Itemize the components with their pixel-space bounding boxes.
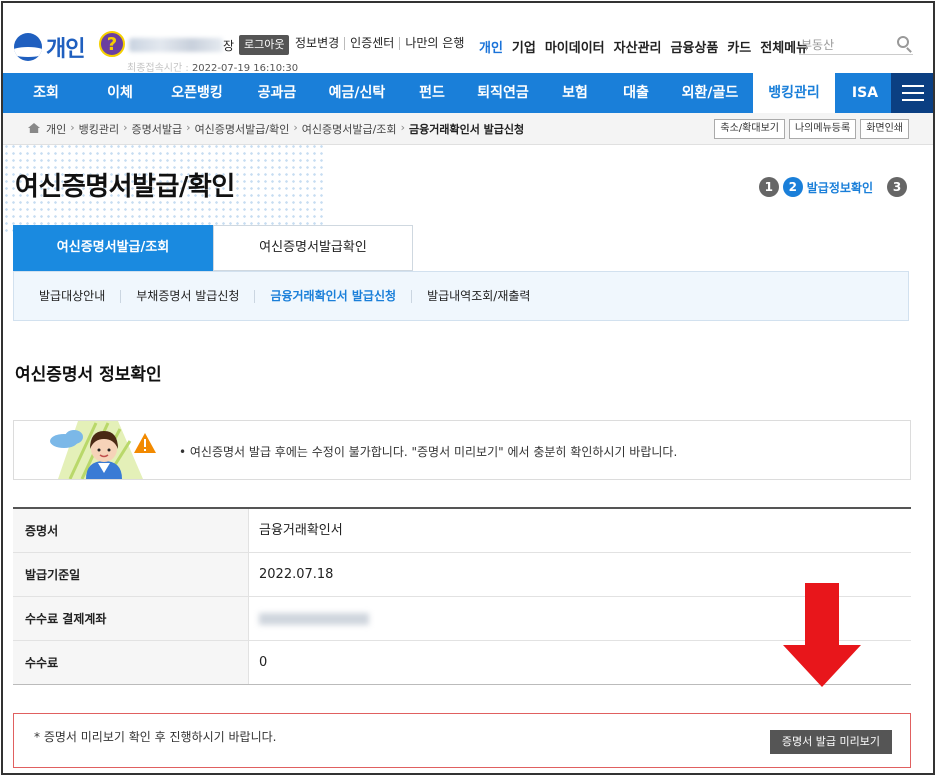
nav-item[interactable]: 뱅킹관리 xyxy=(753,73,835,113)
step-indicator: 1 2 발급정보확인 3 xyxy=(758,177,907,197)
nav-item[interactable]: ISA xyxy=(835,73,895,113)
step-2-label: 발급정보확인 xyxy=(806,180,873,195)
user-name-masked xyxy=(129,38,223,52)
util-link[interactable]: 정보변경 xyxy=(295,37,344,50)
app-window: 개인 ? 장 로그아웃 정보변경 인증센터 나만의 은행 최종접속시간 : 2022… xyxy=(1,1,935,775)
util-link[interactable]: 인증센터 xyxy=(344,37,399,50)
notice-box: • 여신증명서 발급 후에는 수정이 불가합니다. "증명서 미리보기" 에서 … xyxy=(13,420,911,480)
nav-item[interactable]: 오픈뱅킹 xyxy=(151,73,243,113)
nav-item[interactable]: 보험 xyxy=(545,73,605,113)
breadcrumb-separator-icon: › xyxy=(293,121,298,134)
nav-item[interactable]: 이체 xyxy=(89,73,151,113)
nav-item[interactable]: 공과금 xyxy=(243,73,311,113)
row-label: 수수료 결제계좌 xyxy=(13,597,249,640)
sub-tab[interactable]: 부채증명서 발급신청 xyxy=(120,289,254,303)
certificate-info-table: 증명서 금융거래확인서발급기준일 2022.07.18 수수료 결제계좌 수수료 0 xyxy=(13,507,911,685)
tool-button[interactable]: 화면인쇄 xyxy=(860,119,909,139)
row-value xyxy=(249,597,369,640)
nav-item[interactable]: 예금/신탁 xyxy=(311,73,403,113)
tool-button[interactable]: 나의메뉴등록 xyxy=(788,119,857,139)
breadcrumb-item[interactable]: 여신증명서발급/확인 xyxy=(195,121,290,137)
business-link[interactable]: 마이데이터 xyxy=(545,37,605,56)
util-links: 정보변경 인증센터 나만의 은행 xyxy=(295,37,469,50)
bank-logo[interactable]: 개인 xyxy=(14,31,85,63)
business-links: 개인 기업 마이데이터 자산관리 금융상품 카드 전체메뉴 xyxy=(479,37,817,56)
sub-tab[interactable]: 금융거래확인서 발급신청 xyxy=(254,289,411,303)
table-row: 수수료 0 xyxy=(13,641,911,685)
business-link[interactable]: 자산관리 xyxy=(614,37,662,56)
nav-item[interactable]: 펀드 xyxy=(403,73,461,113)
user-suffix: 장 xyxy=(223,39,235,53)
home-icon[interactable] xyxy=(28,123,40,133)
search-placeholder: 부동산 xyxy=(801,38,835,52)
preview-note: * 증명서 미리보기 확인 후 진행하시기 바랍니다. xyxy=(34,730,277,744)
tab[interactable]: 여신증명서발급확인 xyxy=(213,225,413,271)
breadcrumb-separator-icon: › xyxy=(123,121,128,134)
breadcrumb-separator-icon: › xyxy=(70,121,75,134)
table-row: 발급기준일 2022.07.18 xyxy=(13,553,911,597)
down-arrow-icon xyxy=(783,583,861,687)
logout-button[interactable]: 로그아웃 xyxy=(239,35,290,55)
top-bar: 개인 ? 장 로그아웃 정보변경 인증센터 나만의 은행 최종접속시간 : 2022… xyxy=(3,3,933,74)
row-value: 2022.07.18 xyxy=(259,567,334,582)
breadcrumb-item: 금융거래확인서 발급신청 xyxy=(408,123,525,136)
masked-account-number xyxy=(259,612,369,625)
breadcrumb-separator-icon: › xyxy=(400,121,405,134)
business-link[interactable]: 개인 xyxy=(479,37,503,56)
hamburger-menu-icon[interactable] xyxy=(891,73,933,113)
breadcrumb-item[interactable]: 여신증명서발급/조회 xyxy=(302,121,397,137)
row-value: 0 xyxy=(259,655,268,670)
nav-item[interactable]: 대출 xyxy=(605,73,667,113)
row-label: 수수료 xyxy=(13,641,249,684)
tool-buttons: 축소/확대보기 나의메뉴등록 화면인쇄 xyxy=(714,119,909,139)
util-link[interactable]: 나만의 은행 xyxy=(399,37,469,50)
certificate-preview-button[interactable]: 증명서 발급 미리보기 xyxy=(769,730,892,754)
step-1: 1 xyxy=(758,177,779,197)
row-label: 발급기준일 xyxy=(13,553,249,596)
tab[interactable]: 여신증명서발급/조회 xyxy=(13,225,213,271)
nav-item[interactable]: 퇴직연금 xyxy=(461,73,545,113)
business-link[interactable]: 카드 xyxy=(727,37,751,56)
business-link[interactable]: 기업 xyxy=(512,37,536,56)
sub-tabs: 발급대상안내 부채증명서 발급신청 금융거래확인서 발급신청 발급내역조회/재출력 xyxy=(13,271,909,321)
last-login-time: 최종접속시간 : 2022-07-19 16:10:30 xyxy=(127,59,298,74)
notice-text: • 여신증명서 발급 후에는 수정이 불가합니다. "증명서 미리보기" 에서 … xyxy=(179,445,678,459)
breadcrumb-item[interactable]: 증명서발급 xyxy=(132,121,183,137)
table-row: 증명서 금융거래확인서 xyxy=(13,509,911,553)
business-link[interactable]: 금융상품 xyxy=(671,37,719,56)
breadcrumb: 개인 › 뱅킹관리 › 증명서발급 › 여신증명서발급/확인 › 여신증명서발급/조회 › 금융거래… xyxy=(46,121,528,137)
page-title: 여신증명서발급/확인 xyxy=(15,172,235,202)
preview-notice-box: * 증명서 미리보기 확인 후 진행하시기 바랍니다. 증명서 발급 미리보기 xyxy=(13,713,911,768)
logo-mark-icon xyxy=(14,33,42,61)
nav-item[interactable]: 외환/골드 xyxy=(667,73,753,113)
sub-tab[interactable]: 발급내역조회/재출력 xyxy=(411,289,545,303)
logo-text: 개인 xyxy=(46,37,85,62)
search-icon[interactable] xyxy=(897,36,909,48)
row-label: 증명서 xyxy=(13,509,249,552)
table-row: 수수료 결제계좌 xyxy=(13,597,911,641)
sub-tab[interactable]: 발급대상안내 xyxy=(39,289,120,303)
search-input[interactable]: 부동산 xyxy=(799,33,913,55)
step-2: 2 xyxy=(782,177,803,197)
breadcrumb-bar: 개인 › 뱅킹관리 › 증명서발급 › 여신증명서발급/확인 › 여신증명서발급/조회 › 금융거래… xyxy=(3,113,933,145)
main-nav: 조회 이체 오픈뱅킹 공과금 예금/신탁 펀드 퇴직연금 보험 대출 외환/골드 뱅킹관리 ISA xyxy=(3,73,933,113)
section-title: 여신증명서 정보확인 xyxy=(15,365,162,385)
main-tabs: 여신증명서발급/조회 여신증명서발급확인 xyxy=(13,225,413,271)
help-icon[interactable]: ? xyxy=(99,31,125,57)
advisor-illustration-icon xyxy=(50,421,156,479)
nav-item[interactable]: 조회 xyxy=(3,73,89,113)
row-value: 금융거래확인서 xyxy=(259,523,343,538)
breadcrumb-item[interactable]: 뱅킹관리 xyxy=(79,121,119,137)
step-3: 3 xyxy=(887,177,907,197)
breadcrumb-separator-icon: › xyxy=(186,121,191,134)
breadcrumb-item[interactable]: 개인 xyxy=(46,121,66,137)
tool-button[interactable]: 축소/확대보기 xyxy=(714,119,785,139)
